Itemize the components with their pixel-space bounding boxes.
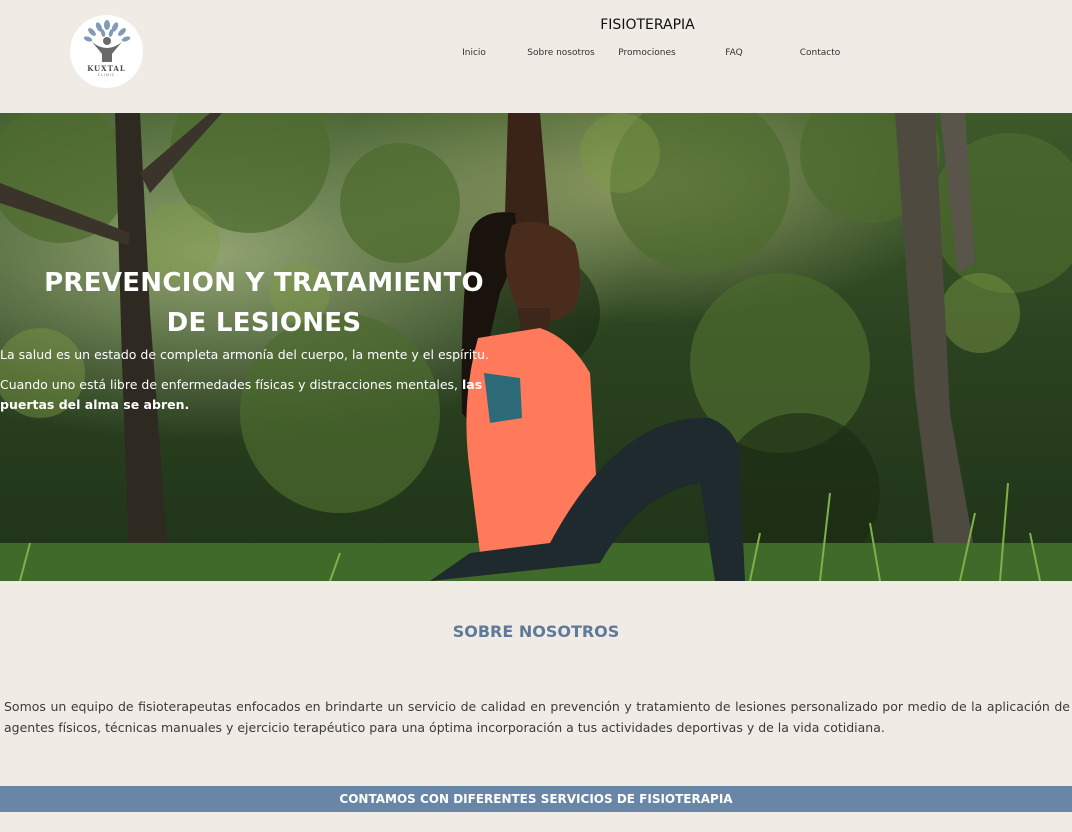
nav-item-inicio[interactable]: Inicio [462,48,486,58]
hero-banner: PREVENCION Y TRATAMIENTO DE LESIONES La … [0,113,1072,581]
hero-paragraph-2: Cuando uno está libre de enfermedades fí… [0,375,530,415]
main-nav: Inicio Sobre nosotros Promociones FAQ Co… [0,48,1072,62]
nav-item-faq[interactable]: FAQ [725,48,742,58]
services-banner: CONTAMOS CON DIFERENTES SERVICIOS DE FIS… [0,786,1072,812]
logo-subtitle: CLINIC [97,73,116,77]
site-title: FISIOTERAPIA [600,17,695,33]
hero-paragraph-1: La salud es un estado de completa armoní… [0,347,489,362]
logo-name: KUXTAL [87,64,126,73]
nav-item-sobre-nosotros[interactable]: Sobre nosotros [527,48,594,58]
nav-item-promociones[interactable]: Promociones [618,48,675,58]
hero-title: PREVENCION Y TRATAMIENTO DE LESIONES [44,268,484,338]
site-header: KUXTAL CLINIC FISIOTERAPIA Inicio Sobre … [0,0,1072,113]
about-section-title: SOBRE NOSOTROS [452,622,620,641]
hero-paragraph-2-plain: Cuando uno está libre de enfermedades fí… [0,377,462,392]
about-section-text: Somos un equipo de fisioterapeutas enfoc… [4,699,1070,735]
nav-item-contacto[interactable]: Contacto [800,48,841,58]
